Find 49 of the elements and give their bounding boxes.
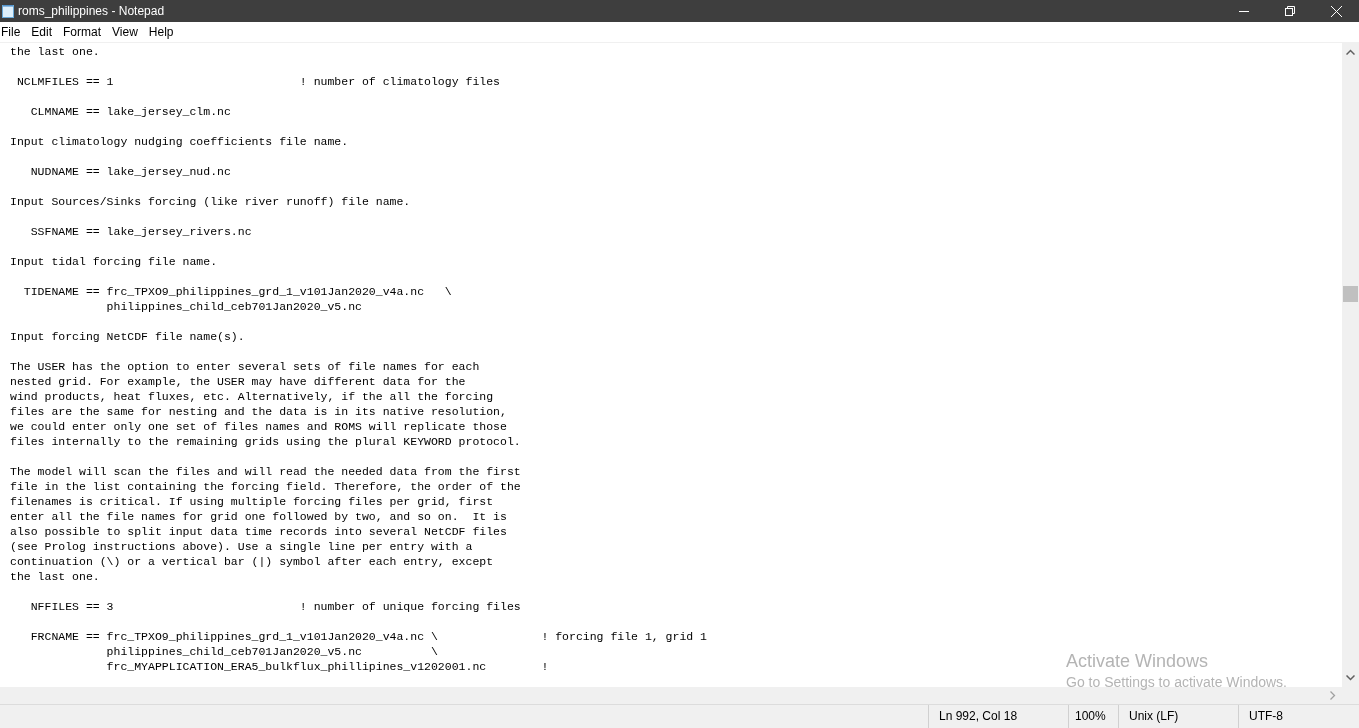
menu-item[interactable]: Format (62, 25, 107, 39)
window-title: roms_philippines - Notepad (18, 4, 165, 18)
text-line: CLMNAME == lake_jersey_clm.nc (29, 104, 231, 119)
status-item: UTF-8 (1248, 708, 1284, 725)
text-line: frc_MYAPPLICATION_ERA5_bulkflux_phillipines_v1202001.nc ! (105, 659, 549, 674)
text-line: philippines_child_ceb701Jan2020_v5.nc \ (105, 644, 438, 659)
status-item: Ln 992, Col 18 (929, 705, 1069, 728)
restore-icon (1285, 6, 1295, 16)
activation-message: Go to Settings to activate Windows. (1066, 673, 1287, 692)
text-line: filenames is critical. If using multiple forcing files per grid, first (10, 494, 494, 509)
text-line: Input climatology nudging coefficients file name. (10, 134, 349, 149)
text-line: Input Sources/Sinks forcing (like river runoff) file name. (10, 194, 411, 209)
text-line: FRCNAME == frc_TPXO9_philippines_grd_1_v101Jan2020_v4a.nc \ ! forcing file 1, grid 1 (29, 629, 707, 644)
text-line: the last one. (10, 44, 100, 59)
text-line: wind products, heat fluxes, etc. Alternatively, if the all the forcing (10, 389, 494, 404)
scroll-right-icon[interactable] (1330, 691, 1336, 700)
text-line: The USER has the option to enter several sets of file names for each (10, 359, 480, 374)
text-line: files internally to the remaining grids using the plural KEYWORD protocol. (10, 434, 521, 449)
menu-item[interactable]: File (0, 25, 26, 39)
text-line: we could enter only one set of files names and ROMS will replicate those (10, 419, 507, 434)
text-line: files are the same for nesting and the data is in its native resolution, (10, 404, 507, 419)
text-line: The model will scan the files and will read the needed data from the first (10, 464, 521, 479)
text-line: continuation (\) or a vertical bar (|) symbol after each entry, except (10, 554, 494, 569)
vertical-scrollbar[interactable] (1342, 43, 1359, 687)
text-line: enter all the file names for grid one followed by two, and so on. It is (10, 509, 507, 524)
text-line: also possible to split input data time records into several NetCDF files (10, 524, 507, 539)
activation-title: Activate Windows (1066, 650, 1210, 672)
text-line: philippines_child_ceb701Jan2020_v5.nc (105, 299, 362, 314)
scroll-thumb[interactable] (1343, 286, 1358, 302)
text-line: file in the list containing the forcing field. Therefore, the order of the (10, 479, 521, 494)
scroll-up-icon[interactable] (1346, 49, 1355, 55)
text-line: Input tidal forcing file name. (10, 254, 218, 269)
status-item: 100% (1069, 705, 1119, 728)
text-line: NUDNAME == lake_jersey_nud.nc (29, 164, 231, 179)
notepad-icon (2, 4, 14, 18)
menu-item[interactable]: View (111, 25, 143, 39)
scroll-down-icon[interactable] (1346, 675, 1355, 681)
text-line: NCLMFILES == 1 ! number of climatology files (15, 74, 500, 89)
close-icon (1330, 5, 1342, 17)
text-line: SSFNAME == lake_jersey_rivers.nc (29, 224, 252, 239)
status-item: Unix (LF) (1119, 705, 1239, 728)
menu-item[interactable]: Edit (30, 25, 58, 39)
text-line: NFFILES == 3 ! number of unique forcing files (29, 599, 521, 614)
menu-item[interactable]: Help (147, 25, 179, 39)
text-line: (see Prolog instructions above). Use a single line per entry with a (10, 539, 473, 554)
text-line: the last one. (10, 569, 100, 584)
text-line: Input forcing NetCDF file name(s). (10, 329, 245, 344)
text-line: TIDENAME == frc_TPXO9_philippines_grd_1_v101Jan2020_v4a.nc \ (22, 284, 452, 299)
text-line: nested grid. For example, the USER may have different data for the (10, 374, 466, 389)
